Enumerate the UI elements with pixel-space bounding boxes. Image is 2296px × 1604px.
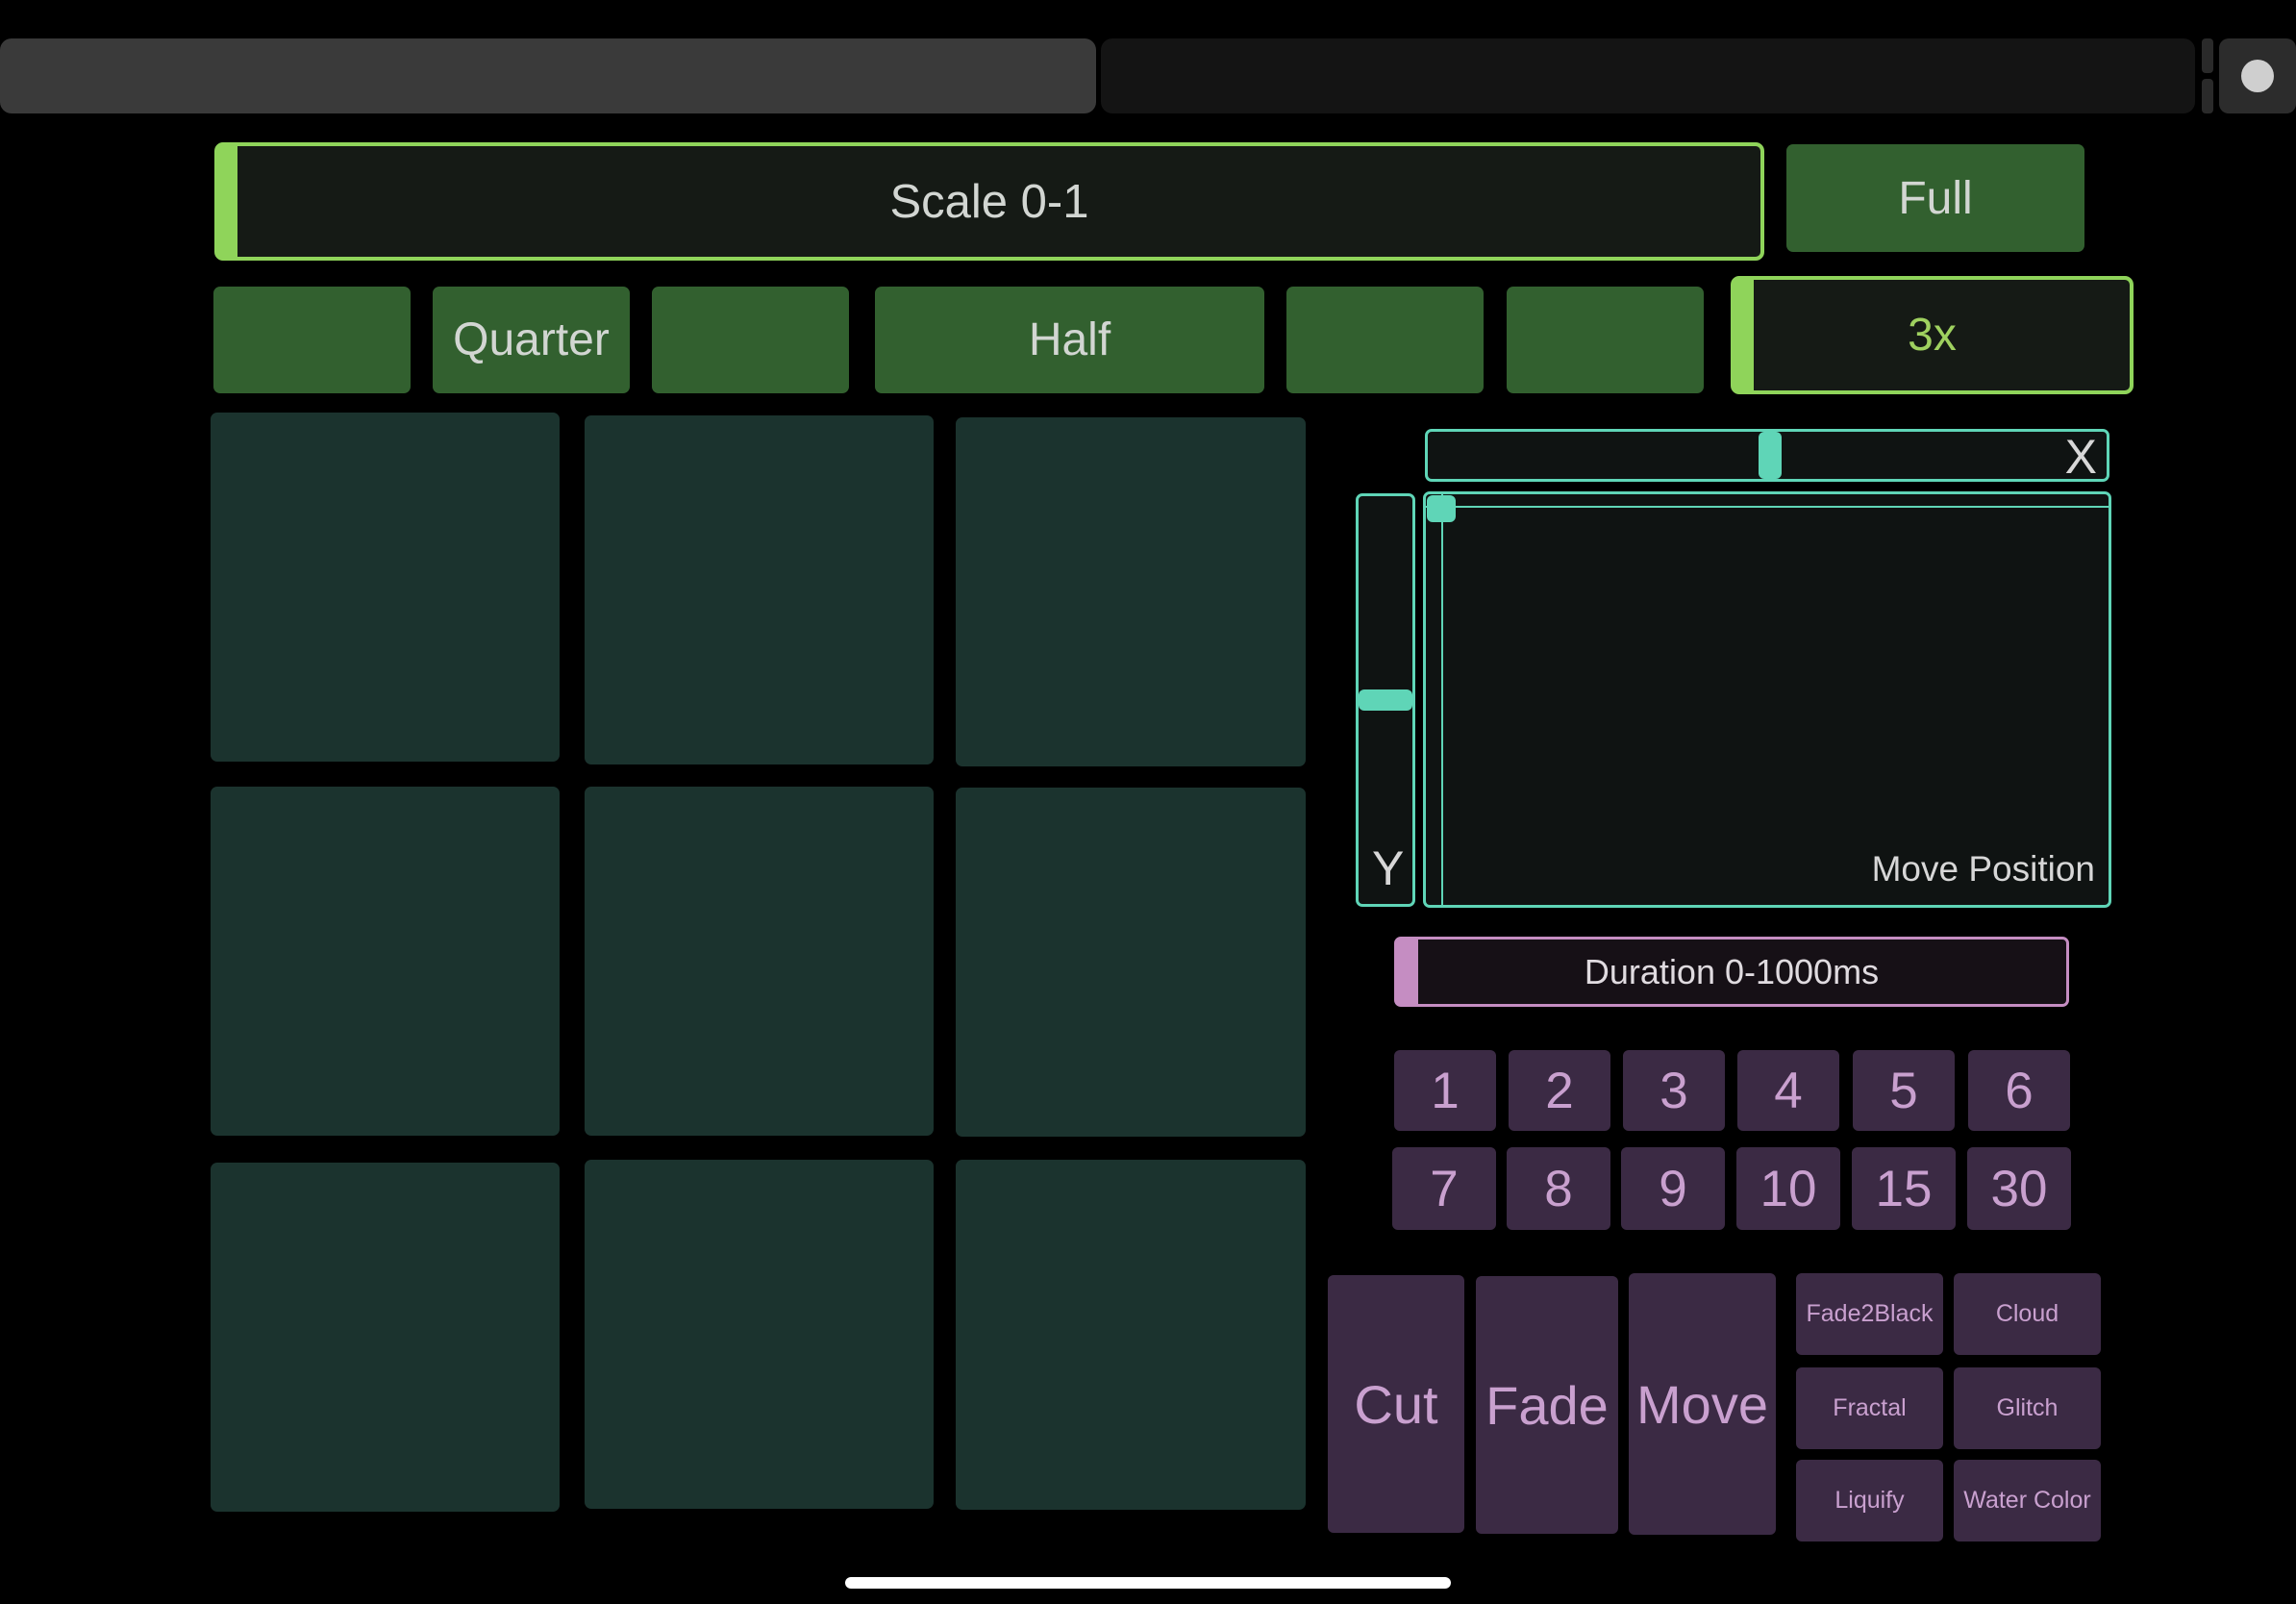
effect-button-fractal[interactable]: Fractal bbox=[1796, 1367, 1943, 1449]
scale-fader-label: Scale 0-1 bbox=[889, 175, 1089, 228]
x-slider-label: X bbox=[2064, 430, 2097, 484]
scale-preset-button[interactable] bbox=[213, 287, 411, 393]
number-button-5[interactable]: 5 bbox=[1853, 1050, 1955, 1131]
effect-button-cloud[interactable]: Cloud bbox=[1954, 1273, 2101, 1355]
home-indicator[interactable] bbox=[845, 1577, 1451, 1589]
number-button-2[interactable]: 2 bbox=[1509, 1050, 1610, 1131]
effect-button-fade2black[interactable]: Fade2Black bbox=[1796, 1273, 1943, 1355]
number-button-4[interactable]: 4 bbox=[1737, 1050, 1839, 1131]
move-button[interactable]: Move bbox=[1629, 1273, 1776, 1535]
scale-fader[interactable]: Scale 0-1 bbox=[214, 142, 1764, 261]
cut-button[interactable]: Cut bbox=[1328, 1275, 1464, 1533]
scale-preset-button[interactable] bbox=[1286, 287, 1484, 393]
duration-fader-fill bbox=[1397, 940, 1418, 1004]
y-slider-label: Y bbox=[1372, 841, 1405, 895]
pad[interactable] bbox=[585, 1160, 934, 1509]
y-slider[interactable]: Y bbox=[1356, 493, 1415, 907]
quarter-button[interactable]: Quarter bbox=[433, 287, 630, 393]
number-button-3[interactable]: 3 bbox=[1623, 1050, 1725, 1131]
multiplier-fader-fill bbox=[1734, 280, 1754, 390]
number-button-1[interactable]: 1 bbox=[1394, 1050, 1496, 1131]
pad[interactable] bbox=[211, 413, 560, 762]
scale-fader-fill bbox=[218, 146, 237, 257]
xy-pad-label: Move Position bbox=[1871, 849, 2095, 889]
xy-pad[interactable]: Move Position bbox=[1423, 491, 2111, 908]
scale-preset-button[interactable] bbox=[1507, 287, 1704, 393]
xy-pad-handle[interactable] bbox=[1427, 495, 1456, 522]
pad[interactable] bbox=[211, 1163, 560, 1512]
x-slider-handle[interactable] bbox=[1759, 432, 1782, 479]
dot-icon bbox=[2241, 60, 2274, 92]
half-button[interactable]: Half bbox=[875, 287, 1264, 393]
pad[interactable] bbox=[956, 417, 1306, 766]
pad[interactable] bbox=[211, 787, 560, 1136]
multiplier-fader[interactable]: 3x bbox=[1731, 276, 2134, 394]
number-button-9[interactable]: 9 bbox=[1621, 1147, 1725, 1230]
y-slider-handle[interactable] bbox=[1359, 689, 1412, 711]
multiplier-label: 3x bbox=[1908, 310, 1957, 361]
tab-divider bbox=[2202, 38, 2213, 73]
number-button-8[interactable]: 8 bbox=[1507, 1147, 1610, 1230]
full-button[interactable]: Full bbox=[1786, 144, 2084, 252]
number-button-15[interactable]: 15 bbox=[1852, 1147, 1956, 1230]
xy-pad-crosshair-horizontal bbox=[1426, 506, 2109, 508]
tab-divider bbox=[2202, 79, 2213, 113]
tab-right[interactable] bbox=[1101, 38, 2195, 113]
pad[interactable] bbox=[956, 1160, 1306, 1510]
settings-button[interactable] bbox=[2219, 38, 2296, 113]
xy-pad-crosshair-vertical bbox=[1441, 494, 1443, 905]
duration-fader[interactable]: Duration 0-1000ms bbox=[1394, 937, 2069, 1007]
pad[interactable] bbox=[585, 415, 934, 764]
number-button-30[interactable]: 30 bbox=[1967, 1147, 2071, 1230]
scale-preset-button[interactable] bbox=[652, 287, 849, 393]
x-slider[interactable]: X bbox=[1425, 429, 2109, 484]
effect-button-liquify[interactable]: Liquify bbox=[1796, 1460, 1943, 1541]
number-button-6[interactable]: 6 bbox=[1968, 1050, 2070, 1131]
tab-left[interactable] bbox=[0, 38, 1096, 113]
number-button-10[interactable]: 10 bbox=[1736, 1147, 1840, 1230]
effect-button-water-color[interactable]: Water Color bbox=[1954, 1460, 2101, 1541]
pad[interactable] bbox=[956, 788, 1306, 1137]
fade-button[interactable]: Fade bbox=[1476, 1276, 1618, 1534]
pad[interactable] bbox=[585, 787, 934, 1136]
number-button-7[interactable]: 7 bbox=[1392, 1147, 1496, 1230]
duration-fader-label: Duration 0-1000ms bbox=[1584, 951, 1880, 991]
full-button-label: Full bbox=[1898, 172, 1973, 224]
effect-button-glitch[interactable]: Glitch bbox=[1954, 1367, 2101, 1449]
